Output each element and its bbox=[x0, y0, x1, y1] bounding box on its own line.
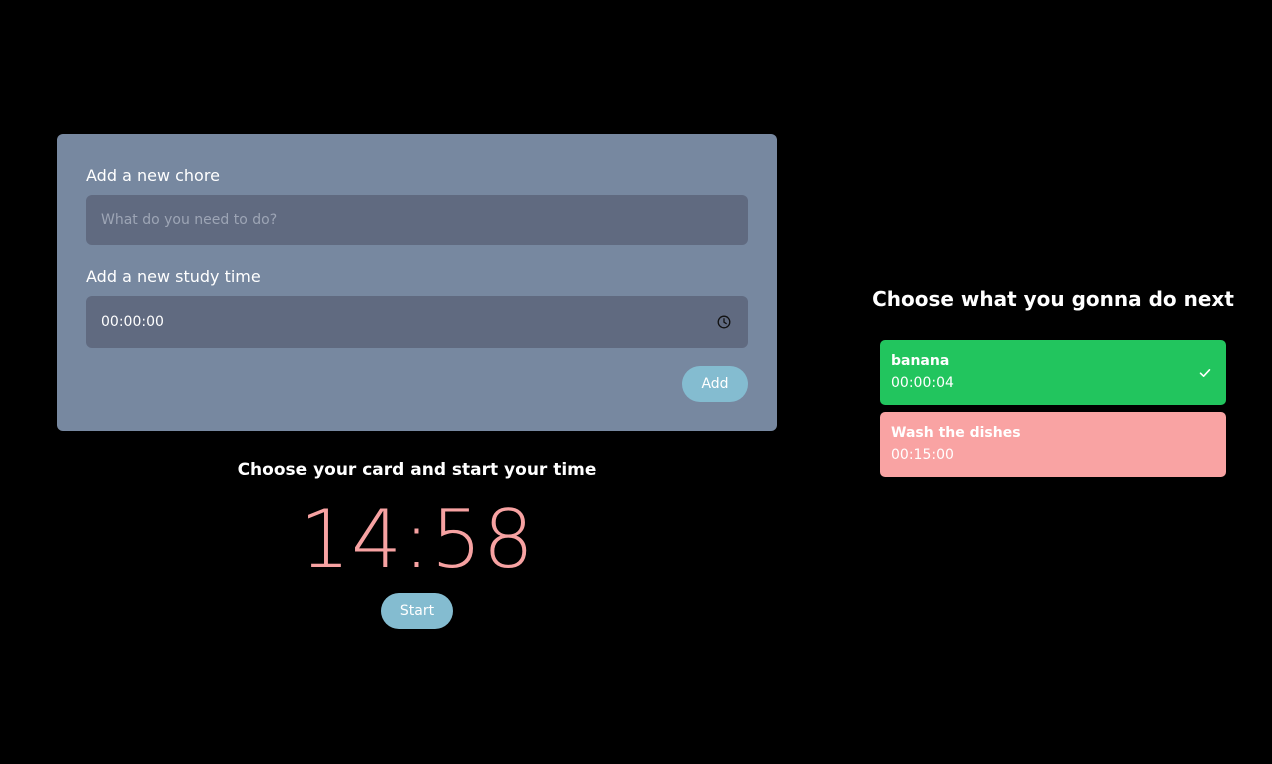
task-time: 00:00:04 bbox=[891, 375, 954, 391]
task-time: 00:15:00 bbox=[891, 447, 954, 463]
study-time-label: Add a new study time bbox=[86, 267, 261, 286]
task-list-heading: Choose what you gonna do next bbox=[872, 287, 1234, 311]
check-icon bbox=[1199, 369, 1211, 377]
start-button[interactable]: Start bbox=[381, 593, 453, 629]
chore-input[interactable] bbox=[86, 195, 748, 245]
clock-icon[interactable] bbox=[717, 315, 731, 329]
task-card-banana[interactable]: banana 00:00:04 bbox=[880, 340, 1226, 405]
study-time-value: 00:00:00 bbox=[101, 314, 164, 330]
add-chore-form: Add a new chore Add a new study time 00:… bbox=[57, 134, 777, 431]
timer-display: 14:58 bbox=[299, 493, 535, 586]
page: Add a new chore Add a new study time 00:… bbox=[0, 0, 1272, 764]
study-time-input[interactable]: 00:00:00 bbox=[86, 296, 748, 348]
task-card-wash-the-dishes[interactable]: Wash the dishes 00:15:00 bbox=[880, 412, 1226, 477]
timer-heading: Choose your card and start your time bbox=[237, 460, 597, 480]
chore-label: Add a new chore bbox=[86, 166, 220, 185]
add-button[interactable]: Add bbox=[682, 366, 748, 402]
task-title: banana bbox=[891, 353, 950, 369]
task-title: Wash the dishes bbox=[891, 425, 1021, 441]
